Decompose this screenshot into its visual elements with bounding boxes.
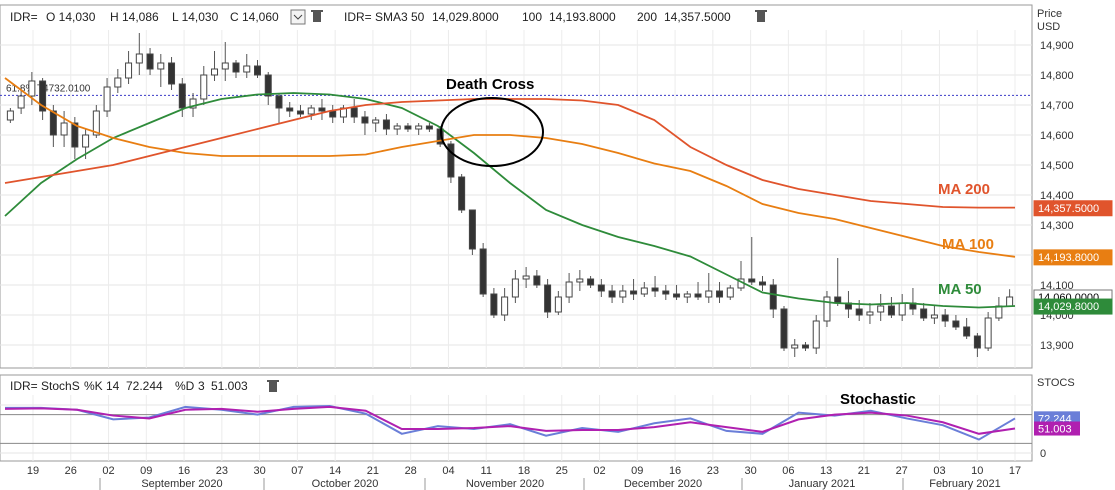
- svg-text:14,357.5000: 14,357.5000: [1038, 203, 1099, 215]
- sma-100-value: 14,193.8000: [549, 10, 616, 24]
- price-tag: 14,029.8000: [1033, 298, 1113, 315]
- x-day-label: 25: [556, 465, 568, 477]
- stoch-zero-tick: 0: [1040, 448, 1046, 460]
- ohlc-high: H 14,086: [110, 10, 159, 24]
- x-day-label: 02: [593, 465, 605, 477]
- price-tick-label: 14,400: [1040, 190, 1074, 202]
- svg-text:51.003: 51.003: [1038, 424, 1072, 436]
- price-axis-title-2: USD: [1037, 21, 1060, 33]
- svg-text:14,029.8000: 14,029.8000: [1038, 301, 1099, 313]
- price-tick-label: 14,600: [1040, 130, 1074, 142]
- stoch-axis-title: STOCS: [1037, 377, 1075, 389]
- sma-100-period: 100: [522, 10, 542, 24]
- ma100-label: MA 100: [942, 236, 994, 253]
- x-day-label: 30: [253, 465, 265, 477]
- candle: [468, 209, 476, 255]
- x-day-label: 13: [820, 465, 832, 477]
- stoch-d-label: %D: [175, 379, 195, 393]
- stoch-header: IDR= StochS %K 14 72.244 %D 3 51.003: [10, 379, 279, 393]
- x-day-label: 21: [367, 465, 379, 477]
- sma-200-period: 200: [637, 10, 657, 24]
- ma200-label: MA 200: [938, 181, 990, 198]
- x-axis: 19 26 02 09 16 23 30 07 14 21 28 04 11 18 25 02 09 16 23 30…: [27, 465, 1021, 490]
- price-tick-label: 14,700: [1040, 100, 1074, 112]
- sma-50-period: 50: [411, 10, 425, 24]
- x-day-label: 04: [442, 465, 454, 477]
- stoch-k-label: %K: [84, 379, 103, 393]
- x-month-label: February 2021: [929, 478, 1001, 490]
- x-day-label: 30: [744, 465, 756, 477]
- x-day-label: 03: [933, 465, 945, 477]
- ma50-label: MA 50: [938, 281, 982, 298]
- x-month-label: November 2020: [466, 478, 544, 490]
- x-day-label: 09: [140, 465, 152, 477]
- collapse-icon[interactable]: [290, 9, 306, 25]
- x-day-label: 10: [971, 465, 983, 477]
- price-tag: 14,193.8000: [1033, 249, 1113, 266]
- x-day-label: 14: [329, 465, 341, 477]
- x-day-label: 17: [1009, 465, 1021, 477]
- x-month-label: September 2020: [141, 478, 222, 490]
- x-day-label: 21: [858, 465, 870, 477]
- x-day-label: 16: [669, 465, 681, 477]
- price-tag: 14,357.5000: [1033, 200, 1113, 217]
- x-day-label: 23: [707, 465, 719, 477]
- x-day-label: 18: [518, 465, 530, 477]
- price-tick-label: 14,900: [1040, 40, 1074, 52]
- stoch-tag: 51.003: [1034, 421, 1080, 436]
- stoch-tags: 72.24451.003: [1034, 411, 1080, 436]
- x-day-label: 16: [178, 465, 190, 477]
- x-day-label: 28: [405, 465, 417, 477]
- stochastic-annotation: Stochastic: [840, 391, 916, 408]
- candle: [544, 279, 552, 318]
- chart-root: IDR= O 14,030 H 14,086 L 14,030 C 14,060…: [0, 4, 1113, 490]
- price-tick-label: 14,500: [1040, 160, 1074, 172]
- candle: [458, 174, 466, 213]
- price-tick-label: 13,900: [1040, 340, 1074, 352]
- x-month-label: October 2020: [312, 478, 379, 490]
- death-cross-annotation: Death Cross: [446, 76, 534, 93]
- sma-50-value: 14,029.8000: [432, 10, 499, 24]
- price-axis-title-1: Price: [1037, 8, 1062, 20]
- x-day-label: 02: [102, 465, 114, 477]
- instrument-label: IDR=: [10, 10, 38, 24]
- stoch-k-period: 14: [106, 379, 120, 393]
- candle: [479, 243, 487, 297]
- x-month-label: December 2020: [624, 478, 702, 490]
- x-day-label: 27: [896, 465, 908, 477]
- x-day-label: 06: [782, 465, 794, 477]
- stoch-d-value: 51.003: [211, 379, 248, 393]
- candle: [812, 315, 820, 354]
- candle: [984, 312, 992, 351]
- candle: [447, 141, 455, 183]
- candle: [780, 306, 788, 351]
- x-day-label: 11: [481, 465, 492, 477]
- sma-200-value: 14,357.5000: [664, 10, 731, 24]
- price-header: IDR= O 14,030 H 14,086 L 14,030 C 14,060…: [10, 9, 767, 25]
- price-tick-label: 14,300: [1040, 220, 1074, 232]
- x-day-label: 19: [27, 465, 39, 477]
- x-day-label: 07: [291, 465, 303, 477]
- sma-label: IDR= SMA3: [344, 10, 408, 24]
- ohlc-open: O 14,030: [46, 10, 96, 24]
- x-day-label: 26: [65, 465, 77, 477]
- ohlc-low: L 14,030: [172, 10, 219, 24]
- x-day-label: 23: [216, 465, 228, 477]
- stoch-label: IDR= StochS: [10, 379, 80, 393]
- x-day-label: 09: [631, 465, 643, 477]
- stoch-k-value: 72.244: [126, 379, 163, 393]
- stoch-d-period: 3: [198, 379, 205, 393]
- ohlc-close: C 14,060: [230, 10, 279, 24]
- svg-text:14,193.8000: 14,193.8000: [1038, 252, 1099, 264]
- x-month-label: January 2021: [789, 478, 856, 490]
- price-tick-label: 14,800: [1040, 70, 1074, 82]
- price-tags: 14,357.500014,193.800014,060.000014,029.…: [1033, 200, 1113, 315]
